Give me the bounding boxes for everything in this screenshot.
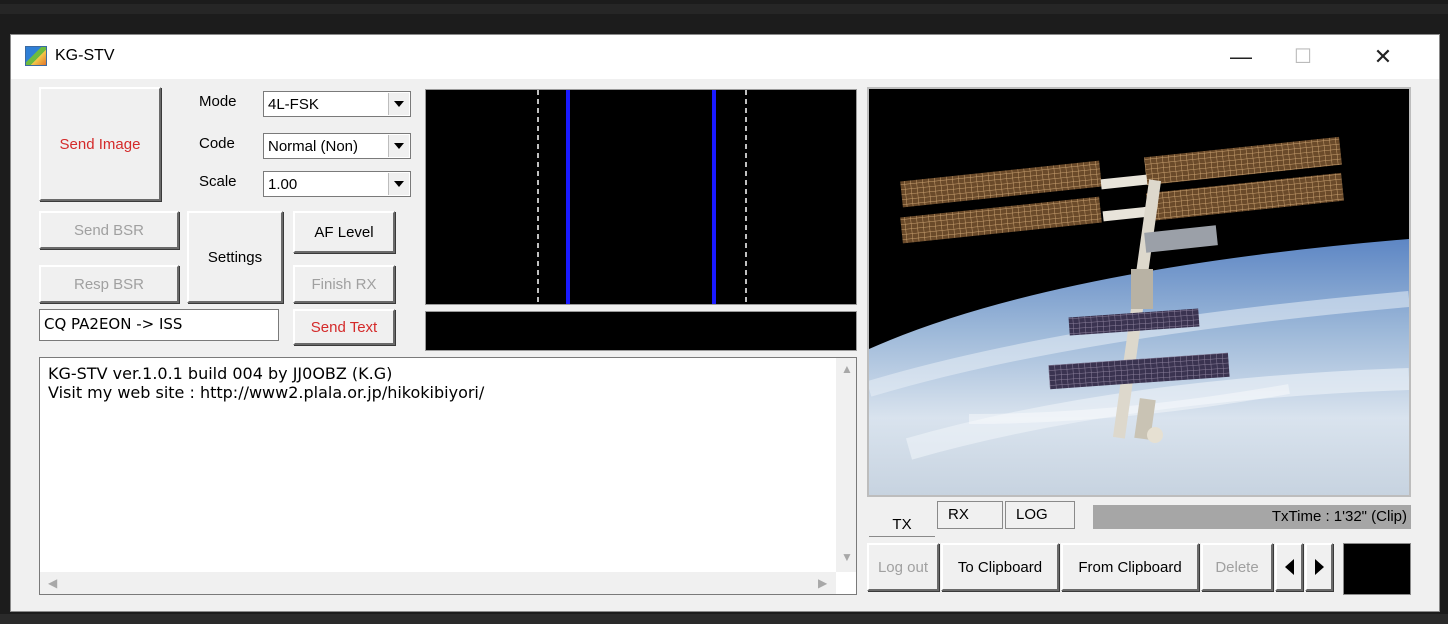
signal-level-bar [425,311,857,351]
resp-bsr-button[interactable]: Resp BSR [39,265,179,303]
chevron-down-icon [388,173,409,195]
send-bsr-button[interactable]: Send BSR [39,211,179,249]
to-clipboard-button[interactable]: To Clipboard [941,543,1059,591]
code-select[interactable]: Normal (Non) [263,133,411,159]
maximize-button[interactable]: ☐ [1283,41,1323,73]
iss-image [869,89,1409,495]
tab-tx[interactable]: TX [869,511,935,537]
minimize-button[interactable]: — [1221,41,1261,73]
scroll-left-icon[interactable]: ◀ [48,576,57,590]
prev-button[interactable] [1275,543,1303,591]
title-bar: KG-STV — ☐ ✕ [11,35,1439,79]
log-out-button[interactable]: Log out [867,543,939,591]
send-image-button[interactable]: Send Image [39,87,161,201]
next-button[interactable] [1305,543,1333,591]
mode-label: Mode [199,93,237,110]
settings-button[interactable]: Settings [187,211,283,303]
app-icon [25,46,47,66]
from-clipboard-button[interactable]: From Clipboard [1061,543,1199,591]
finish-rx-button[interactable]: Finish RX [293,265,395,303]
chevron-down-icon [388,93,409,115]
mode-value: 4L-FSK [268,96,319,113]
triangle-left-icon [1284,559,1294,575]
mode-select[interactable]: 4L-FSK [263,91,411,117]
horizontal-scrollbar[interactable]: ◀ ▶ [40,572,836,594]
triangle-right-icon [1314,559,1324,575]
log-text: KG-STV ver.1.0.1 build 004 by JJ0OBZ (K.… [48,364,484,402]
app-window: KG-STV — ☐ ✕ Send Image Mode 4L-FSK Code… [10,34,1440,612]
tab-log[interactable]: LOG [1005,501,1075,529]
bg-stripe [0,4,1448,14]
image-viewer [867,87,1411,497]
spectrum-graph [537,90,747,304]
log-line: KG-STV ver.1.0.1 build 004 by JJ0OBZ (K.… [48,364,393,383]
scale-select[interactable]: 1.00 [263,171,411,197]
scroll-up-icon[interactable]: ▲ [841,362,853,376]
close-button[interactable]: ✕ [1363,41,1403,73]
log-line: Visit my web site : http://www2.plala.or… [48,383,485,402]
bg-stripe [0,614,1448,624]
send-text-button[interactable]: Send Text [293,309,395,345]
tab-rx[interactable]: RX [937,501,1003,529]
scroll-right-icon[interactable]: ▶ [818,576,827,590]
scroll-down-icon[interactable]: ▼ [841,550,853,564]
scale-label: Scale [199,173,237,190]
thumbnail-preview [1343,543,1411,595]
log-textarea[interactable]: KG-STV ver.1.0.1 build 004 by JJ0OBZ (K.… [39,357,857,595]
message-input[interactable]: CQ PA2EON -> ISS [39,309,279,341]
window-title: KG-STV [55,47,115,64]
message-input-value: CQ PA2EON -> ISS [44,315,183,333]
chevron-down-icon [388,135,409,157]
code-label: Code [199,135,235,152]
scale-value: 1.00 [268,176,298,193]
tx-time-status: TxTime : 1'32" (Clip) [1093,505,1411,529]
delete-button[interactable]: Delete [1201,543,1273,591]
code-value: Normal (Non) [268,138,359,155]
spectrum-display [425,89,857,305]
af-level-button[interactable]: AF Level [293,211,395,253]
vertical-scrollbar[interactable]: ▲ ▼ [836,358,856,572]
